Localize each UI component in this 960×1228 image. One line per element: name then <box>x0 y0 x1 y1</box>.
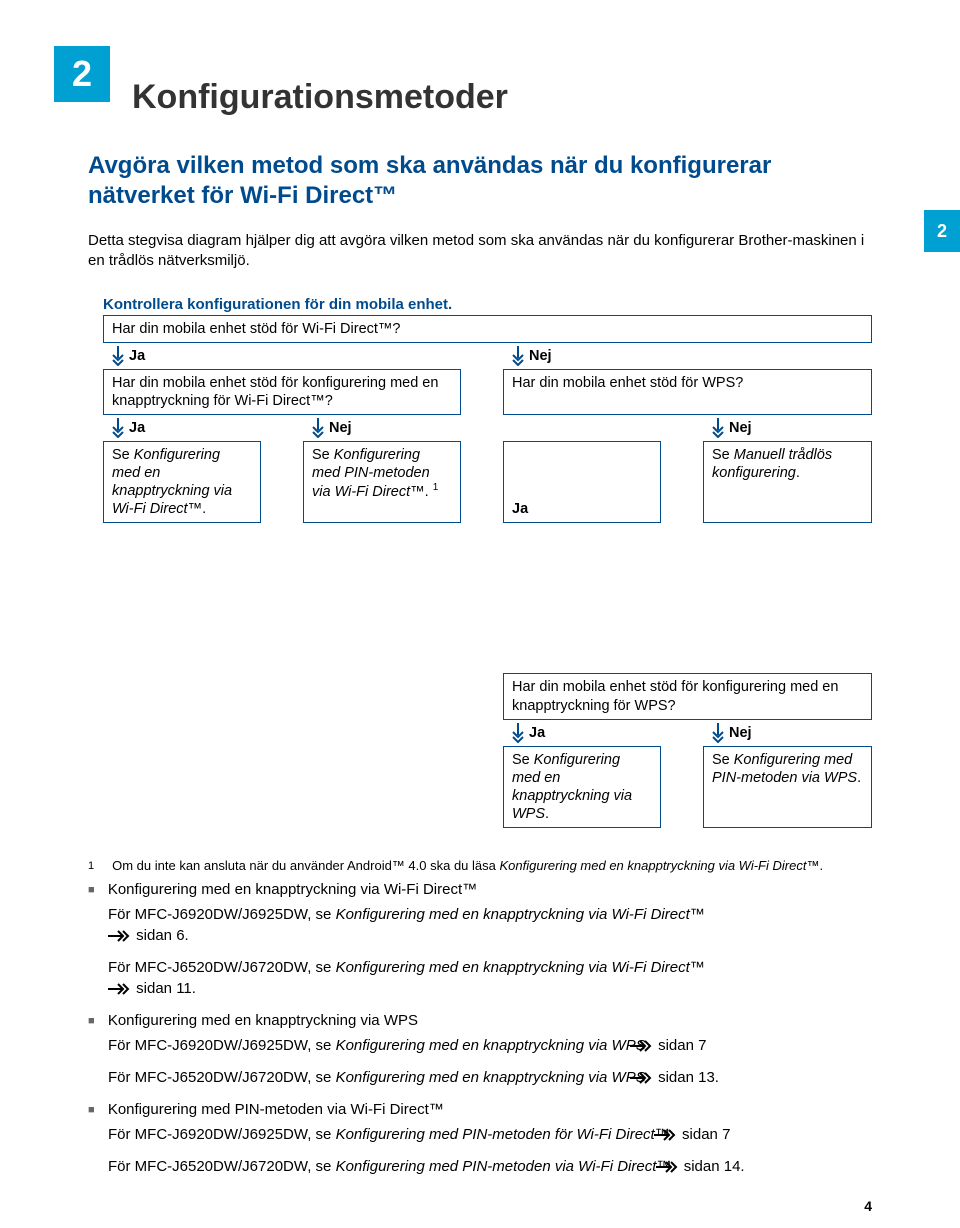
section-heading: Avgöra vilken metod som ska användas när… <box>88 151 872 211</box>
page-title: Konfigurationsmetoder <box>132 72 872 117</box>
list-sub: För MFC-J6520DW/J6720DW, se Konfigurerin… <box>128 1156 872 1180</box>
arrow-no: Nej <box>711 721 872 745</box>
side-page-tab: 2 <box>924 210 960 252</box>
label-no: Nej <box>729 420 752 436</box>
list-item: Konfigurering med en knapptryckning via … <box>88 1010 872 1091</box>
reference-list: Konfigurering med en knapptryckning via … <box>88 879 872 1180</box>
down-arrow-icon <box>311 418 325 438</box>
down-arrow-icon <box>111 418 125 438</box>
label-yes: Ja <box>529 725 545 741</box>
list-sub: För MFC-J6920DW/J6925DW, se Konfigurerin… <box>128 1035 872 1059</box>
down-arrow-icon <box>511 723 525 743</box>
flow-header: Kontrollera konfigurationen för din mobi… <box>103 296 872 313</box>
flow-result-onepush-wfd: Se Konfigurering med en knapptryckning v… <box>103 441 261 524</box>
flow-result-manual: Se Manuell trådlös konfigurering. <box>703 441 872 524</box>
flow-question-2-right: Har din mobila enhet stöd för WPS? <box>503 369 872 415</box>
down-arrow-icon <box>511 346 525 366</box>
label-no: Nej <box>729 725 752 741</box>
label-no: Nej <box>329 420 352 436</box>
footnote-1: 1 Om du inte kan ansluta när du använder… <box>88 858 872 873</box>
arrow-yes: Ja <box>511 721 661 745</box>
label-yes: Ja <box>129 420 145 436</box>
intro-paragraph: Detta stegvisa diagram hjälper dig att a… <box>88 231 872 272</box>
arrow-no: Nej <box>511 344 872 368</box>
list-sub: För MFC-J6920DW/J6925DW, se Konfigurerin… <box>128 1124 872 1148</box>
flow-result-pin-wfd: Se Konfigurering med PIN-metoden via Wi-… <box>303 441 461 524</box>
down-arrow-icon <box>111 346 125 366</box>
flow-result-onepush-wps: Se Konfigurering med en knapptryckning v… <box>503 746 661 829</box>
arrow-yes: Ja <box>111 344 461 368</box>
list-sub: För MFC-J6520DW/J6720DW, se Konfigurerin… <box>128 1067 872 1091</box>
label-yes: Ja <box>129 348 145 364</box>
arrow-yes: Ja <box>111 416 261 440</box>
arrow-no: Nej <box>711 416 872 440</box>
page-number: 4 <box>864 1198 872 1214</box>
chapter-number-badge: 2 <box>54 46 110 102</box>
flow-result-pin-wps: Se Konfigurering med PIN-metoden via WPS… <box>703 746 872 829</box>
down-arrow-icon <box>711 723 725 743</box>
flow-continue-yes: Ja <box>503 441 661 524</box>
flow-question-2-left: Har din mobila enhet stöd för konfigurer… <box>103 369 461 415</box>
list-sub: För MFC-J6520DW/J6720DW, se Konfigurerin… <box>128 957 872 1002</box>
flow-question-wps-onepush: Har din mobila enhet stöd för konfigurer… <box>503 673 872 719</box>
list-sub: För MFC-J6920DW/J6925DW, se Konfigurerin… <box>128 904 872 949</box>
list-item: Konfigurering med PIN-metoden via Wi-Fi … <box>88 1099 872 1180</box>
label-no: Nej <box>529 348 552 364</box>
flow-question-1: Har din mobila enhet stöd för Wi-Fi Dire… <box>103 315 872 343</box>
list-item: Konfigurering med en knapptryckning via … <box>88 879 872 1002</box>
down-arrow-icon <box>711 418 725 438</box>
arrow-no: Nej <box>311 416 461 440</box>
